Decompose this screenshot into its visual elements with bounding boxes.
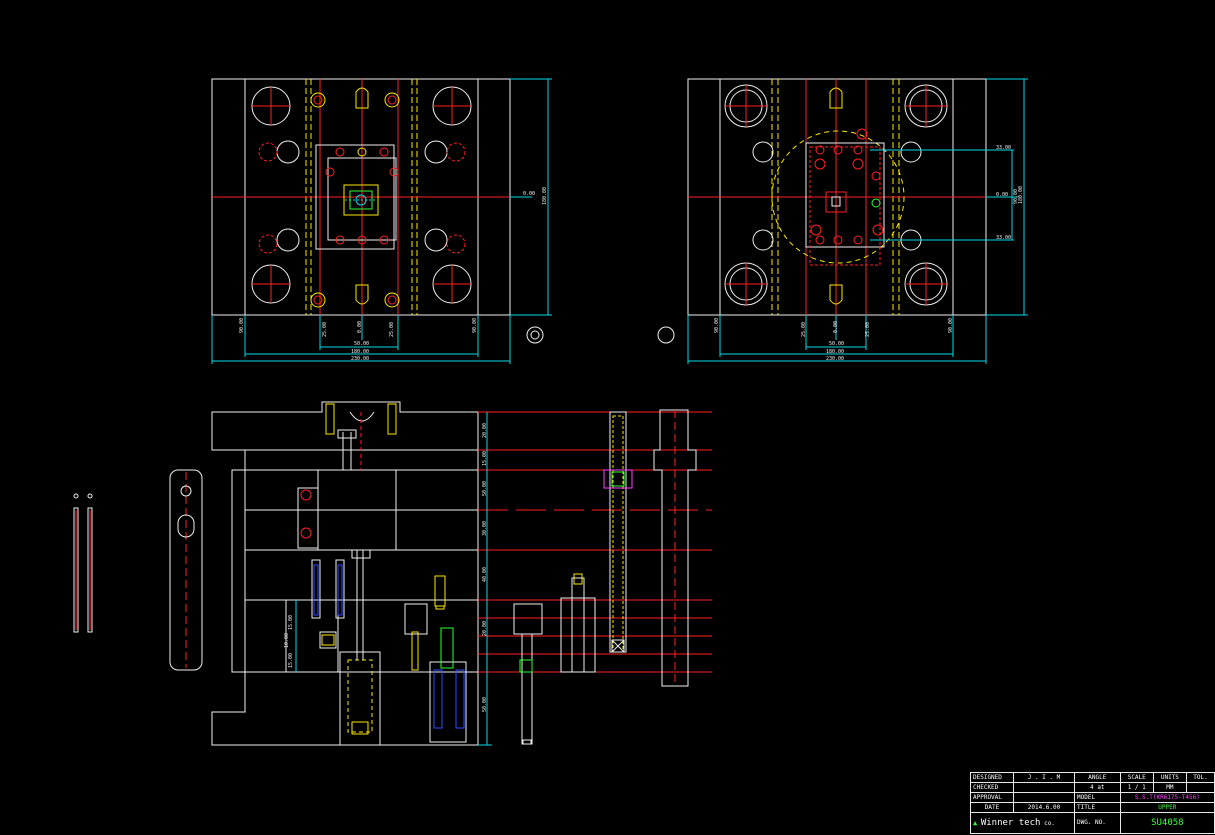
scale-value: 1 / 1 bbox=[1119, 782, 1154, 793]
model-label: MODEL bbox=[1074, 792, 1121, 803]
angle-value: 4 at bbox=[1074, 782, 1121, 793]
dim-right-total-1: 180.00 bbox=[826, 349, 844, 355]
dim-right-total-0: 50.00 bbox=[829, 341, 844, 347]
title-block: DESIGNED J . I . M ANGLE SCALE UNITS TOL… bbox=[970, 772, 1215, 835]
units-value: MM bbox=[1152, 782, 1187, 793]
company-cell: ▲ Winner tech co. bbox=[970, 812, 1075, 834]
dim-left-total-2: 230.00 bbox=[351, 356, 369, 362]
scale-label: SCALE bbox=[1119, 772, 1154, 783]
dim-right-r-4: 180.00 bbox=[1018, 186, 1024, 204]
dim-right-1: 25.00 bbox=[801, 322, 807, 337]
dim-left-0: 90.00 bbox=[239, 318, 245, 333]
dim-left-total-0: 50.00 bbox=[354, 341, 369, 347]
company-name: Winner tech bbox=[980, 817, 1041, 828]
dim-sec-6: 50.00 bbox=[482, 697, 488, 712]
dim-left-2: 0.00 bbox=[357, 321, 363, 333]
tol-label: TOL. bbox=[1185, 772, 1215, 783]
angle-label: ANGLE bbox=[1074, 772, 1121, 783]
company-logo-icon: ▲ bbox=[973, 818, 978, 827]
dim-left-3: 25.00 bbox=[389, 322, 395, 337]
dwg-value: SU4058 bbox=[1119, 812, 1215, 834]
model-value: S.S.T(KR6175-T456) bbox=[1119, 792, 1215, 803]
date-label: DATE bbox=[970, 802, 1014, 813]
dim-sec-0: 20.00 bbox=[482, 423, 488, 438]
dim-right-r-1: 0.00 bbox=[996, 192, 1008, 198]
dim-sec-5: 20.00 bbox=[482, 621, 488, 636]
dim-left-1: 25.00 bbox=[322, 322, 328, 337]
dim-sec-1: 15.00 bbox=[482, 451, 488, 466]
dim-right-2: 0.00 bbox=[833, 321, 839, 333]
dim-sec-3: 30.00 bbox=[482, 521, 488, 536]
dim-left-right-1: 180.00 bbox=[542, 187, 548, 205]
approval-label: APPROVAL bbox=[970, 792, 1014, 803]
company-sub: co. bbox=[1044, 819, 1055, 827]
dim-right-total-2: 230.00 bbox=[826, 356, 844, 362]
designed-label: DESIGNED bbox=[970, 772, 1014, 783]
dim-right-4: 90.00 bbox=[948, 318, 954, 333]
dim-sec-l-1: 15.00 bbox=[288, 653, 294, 668]
dim-right-r-2: 33.00 bbox=[996, 235, 1011, 241]
dim-sec-4: 40.00 bbox=[482, 567, 488, 582]
title-value: UPPER bbox=[1119, 802, 1215, 813]
cad-drawing-canvas[interactable]: 90.00 25.00 0.00 25.00 90.00 50.00 180.0… bbox=[0, 0, 1215, 835]
checked-label: CHECKED bbox=[970, 782, 1014, 793]
dim-left-4: 90.00 bbox=[472, 318, 478, 333]
dim-left-right-0: 0.00 bbox=[523, 191, 535, 197]
dim-right-0: 90.00 bbox=[714, 318, 720, 333]
dim-right-r-0: 33.00 bbox=[996, 145, 1011, 151]
dwg-label: DWG. NO. bbox=[1074, 812, 1121, 834]
designed-value: J . I . M bbox=[1013, 772, 1075, 783]
dim-left-total-1: 180.00 bbox=[351, 349, 369, 355]
units-label: UNITS bbox=[1152, 772, 1187, 783]
title-label: TITLE bbox=[1074, 802, 1121, 813]
dim-sec-2: 50.00 bbox=[482, 481, 488, 496]
dim-sec-l-2: 10.00 bbox=[284, 633, 290, 648]
date-value: 2014.6.00 bbox=[1013, 802, 1075, 813]
dim-right-3: 25.00 bbox=[865, 322, 871, 337]
dim-sec-l-0: 15.00 bbox=[288, 615, 294, 630]
